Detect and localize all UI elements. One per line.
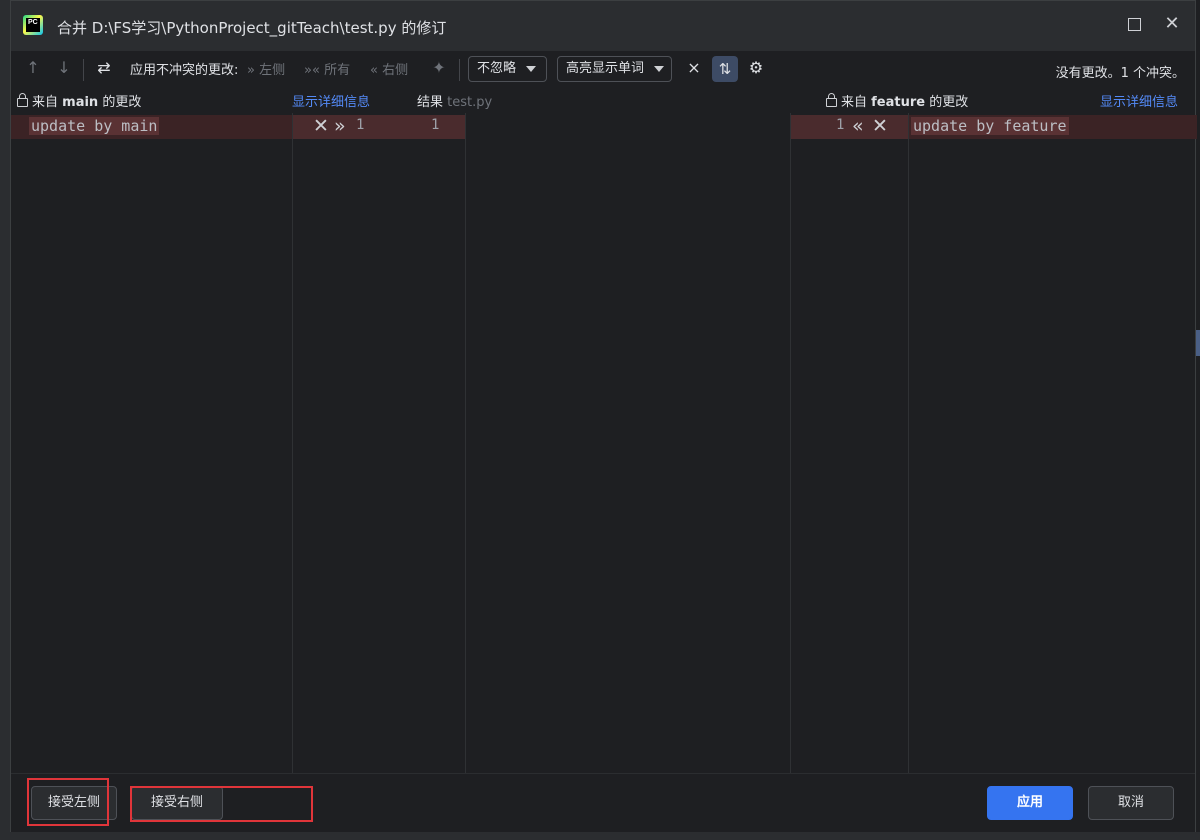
apply-right-change-chevron-icon[interactable]: « [852,115,864,137]
merge-editor: update by main ✕ » 1 1 1 « ✕ update by f… [11,113,1197,773]
result-header: 结果 test.py [417,91,492,111]
left-branch-name: main [62,95,99,110]
sync-scroll-toggle-icon[interactable]: ⇅ [712,56,738,82]
right-show-details-link[interactable]: 显示详细信息 [1100,91,1178,111]
right-pane-header: 来自 feature 的更改 [826,91,968,111]
result-line-number: 1 [431,117,440,133]
collapse-unchanged-icon[interactable]: ⨯ [683,57,705,79]
pane-divider [292,113,293,773]
left-pane-header: 来自 main 的更改 [17,91,141,111]
pane-divider [908,113,909,773]
ignore-whitespace-dropdown[interactable]: 不忽略 [468,56,547,82]
left-show-details-link[interactable]: 显示详细信息 [292,91,370,111]
window-title: 合并 D:\FS学习\PythonProject_gitTeach\test.p… [57,19,447,37]
apply-all-button[interactable]: »« 所有 [304,59,350,78]
settings-gear-icon[interactable]: ⚙ [745,57,767,79]
right-header-prefix: 来自 [841,95,868,110]
ignore-dropdown-value: 不忽略 [477,61,517,76]
right-branch-name: feature [871,95,926,110]
magic-resolve-wand-icon[interactable]: ✦ [428,57,450,79]
right-code-line[interactable]: update by feature [911,117,1069,135]
left-header-suffix: 的更改 [102,95,142,110]
cancel-button[interactable]: 取消 [1088,786,1174,820]
merge-status-text: 没有更改。1 个冲突。 [1055,66,1185,81]
right-code-text: update by feature [911,117,1069,135]
apply-left-button[interactable]: » 左侧 [247,59,285,78]
pane-divider [465,113,466,773]
right-gutter-conflict-highlight [790,115,908,139]
apply-left-label: 左侧 [259,63,286,78]
apply-all-label: 所有 [324,63,351,78]
result-file-name: test.py [447,95,493,110]
result-label: 结果 [417,95,444,110]
left-code-line[interactable]: update by main [29,117,160,135]
highlight-dropdown-value: 高亮显示单词 [566,61,645,76]
previous-change-arrow-up-icon[interactable]: ↑ [22,57,44,79]
ignore-right-change-x-icon[interactable]: ✕ [872,115,888,137]
accept-right-button[interactable]: 接受右侧 [131,786,223,820]
double-chevron-right-icon: » [247,63,255,78]
apply-right-label: 右侧 [382,63,409,78]
apply-non-conflicting-label: 应用不冲突的更改: [130,63,239,78]
double-chevron-left-icon: « [370,63,378,78]
ide-background-strip [0,832,1200,840]
next-change-arrow-down-icon[interactable]: ↓ [53,57,75,79]
chevron-down-icon [526,65,537,72]
toolbar: ↑ ↓ ⇄ 应用不冲突的更改: » 左侧 »« 所有 « 右侧 ✦ 不忽略 高亮… [11,51,1195,87]
toolbar-separator [459,59,460,81]
title-bar: PC 合并 D:\FS学习\PythonProject_gitTeach\tes… [11,1,1195,51]
merge-dialog: PC 合并 D:\FS学习\PythonProject_gitTeach\tes… [10,0,1197,834]
maximize-icon[interactable] [1125,15,1143,33]
close-icon[interactable]: ✕ [1163,15,1181,33]
apply-button[interactable]: 应用 [987,786,1073,820]
accept-left-button[interactable]: 接受左侧 [31,786,117,820]
pycharm-logo-icon: PC [23,15,43,35]
highlight-words-dropdown[interactable]: 高亮显示单词 [557,56,672,82]
lock-icon [17,93,28,107]
logo-text: PC [28,19,38,26]
apply-left-change-chevron-icon[interactable]: » [334,115,346,137]
right-gutter-line-number: 1 [836,117,845,133]
apply-non-conflicting-icon[interactable]: ⇄ [93,57,115,79]
toolbar-separator [83,59,84,81]
left-code-text: update by main [29,117,160,135]
right-header-suffix: 的更改 [929,95,969,110]
left-header-prefix: 来自 [32,95,59,110]
chevron-down-icon [654,65,665,72]
dialog-footer: 接受左侧 接受右侧 应用 取消 [11,773,1195,834]
pane-divider [790,113,791,773]
lock-icon [826,93,837,107]
outer-window-edge [0,0,10,840]
apply-right-button[interactable]: « 右侧 [370,59,408,78]
chevrons-both-icon: »« [304,63,320,78]
scrollbar-thumb[interactable] [1196,330,1200,356]
left-gutter-line-number: 1 [356,117,365,133]
ignore-left-change-x-icon[interactable]: ✕ [313,115,329,137]
